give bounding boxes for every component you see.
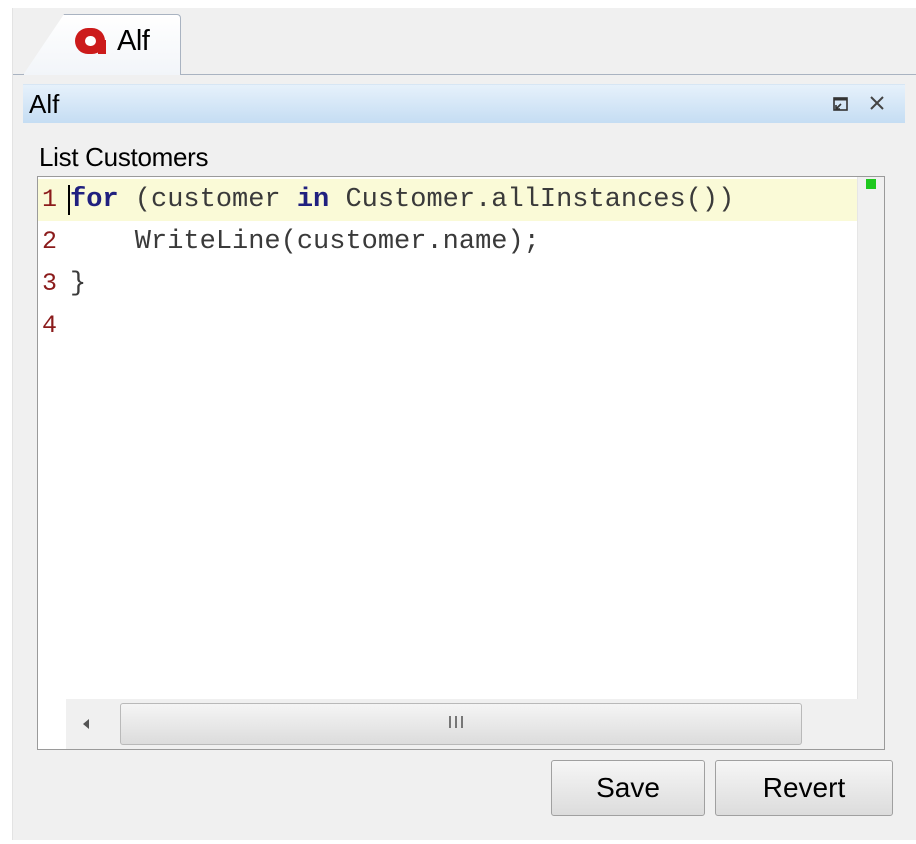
alf-window: Alf Alf List Customers 1 for (customer i… [12,8,916,840]
close-icon[interactable] [865,91,889,115]
line-number: 1 [42,185,58,214]
grip-icon [449,716,463,730]
revert-button[interactable]: Revert [715,760,893,816]
alf-logo-icon [73,24,107,58]
line-number: 4 [42,311,58,340]
code-line[interactable]: 1 for (customer in Customer.allInstances… [38,179,858,221]
view-header: Alf [23,84,905,123]
scroll-left-icon[interactable] [66,703,106,745]
code-line[interactable]: 3 } [38,263,858,305]
scrollbar-corner [858,699,884,749]
code-editor[interactable]: 1 for (customer in Customer.allInstances… [37,176,885,750]
keyword: for [70,185,119,215]
restore-icon[interactable] [829,91,853,115]
scrollbar-thumb[interactable] [120,703,802,745]
view-title: Alf [29,89,60,119]
ruler-marker[interactable] [866,179,876,189]
keyword: in [296,185,330,215]
line-number: 2 [42,227,58,256]
text-caret [68,185,70,215]
code-text: WriteLine(customer.name); [70,227,540,257]
section-label: List Customers [39,142,209,172]
code-segment: (customer [118,185,297,215]
code-segment: Customer.allInstances()) [329,185,735,215]
overview-ruler [857,177,884,699]
code-text: } [70,269,87,299]
code-line[interactable]: 2 WriteLine(customer.name); [38,221,858,263]
save-button[interactable]: Save [551,760,705,816]
line-number: 3 [42,269,58,298]
tab-label: Alf [117,25,150,57]
code-text: for (customer in Customer.allInstances()… [70,179,734,221]
horizontal-scrollbar[interactable] [66,699,884,749]
code-line[interactable]: 4 [38,305,858,347]
tab-strip: Alf [13,8,916,75]
